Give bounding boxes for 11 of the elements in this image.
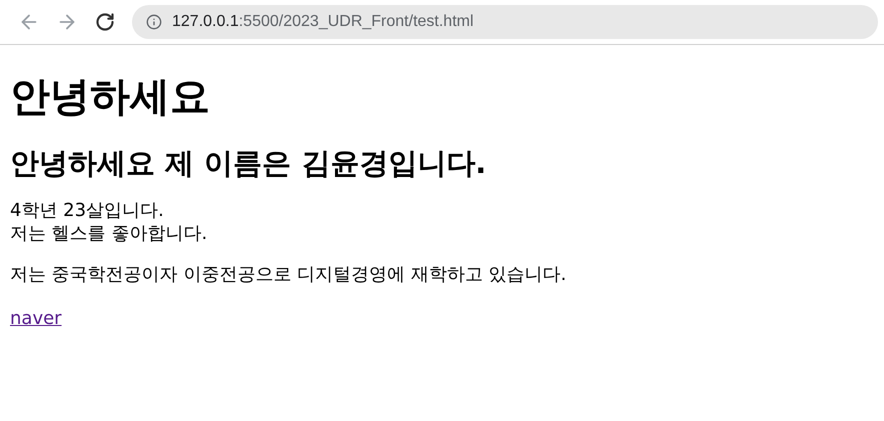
- subheading: 안녕하세요 제 이름은 김윤경입니다.: [10, 146, 488, 181]
- paragraph-line: 4학년 23살입니다.: [10, 198, 165, 222]
- url-host: 127.0.0.1: [172, 13, 239, 31]
- paragraph-line: 저는 중국학전공이자 이중전공으로 디지털경영에 재학하고 있습니다.: [10, 262, 568, 286]
- info-icon[interactable]: [146, 14, 162, 30]
- paragraph-line: 저는 헬스를 좋아합니다.: [10, 222, 208, 245]
- address-bar[interactable]: 127.0.0.1:5500/2023_UDR_Front/test.html: [132, 5, 878, 39]
- naver-link[interactable]: naver: [10, 308, 62, 329]
- reload-icon: [95, 12, 115, 32]
- url-path: :5500/2023_UDR_Front/test.html: [238, 13, 474, 31]
- page-heading: 안녕하세요: [10, 73, 211, 121]
